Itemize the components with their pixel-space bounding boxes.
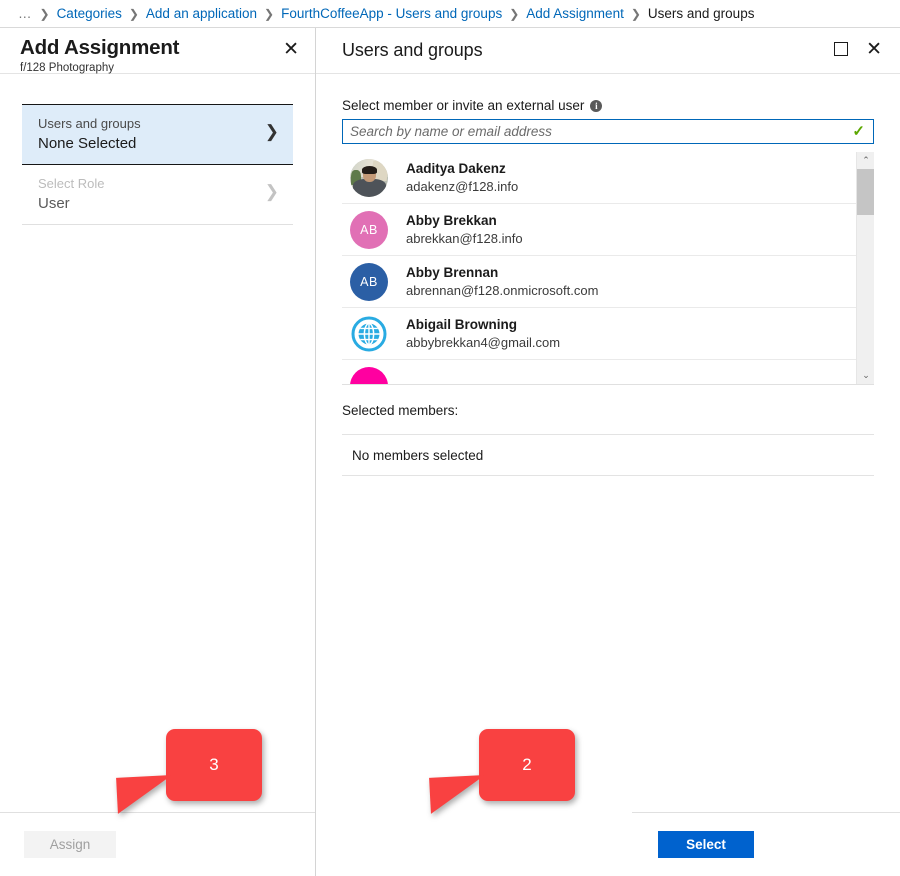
breadcrumb-item-users-and-groups: Users and groups (648, 6, 755, 21)
chevron-right-icon: ❯ (265, 182, 279, 202)
chevron-right-icon: ❯ (265, 122, 279, 142)
close-icon[interactable]: ✕ (283, 40, 299, 59)
list-item[interactable]: AB Abby Brekkan abrekkan@f128.info (342, 204, 856, 256)
selected-members-label: Selected members: (342, 403, 874, 418)
callout-number: 2 (522, 755, 531, 775)
page-subtitle: f/128 Photography (20, 62, 299, 74)
assign-button[interactable]: Assign (24, 831, 116, 858)
blade-title: Users and groups (342, 40, 884, 61)
selected-members-empty-text: No members selected (352, 448, 483, 463)
avatar: AB (350, 263, 388, 301)
breadcrumb-item-categories[interactable]: Categories (57, 6, 122, 21)
list-item-email: abbybrekkan4@gmail.com (406, 334, 560, 352)
breadcrumb-overflow[interactable]: … (18, 6, 33, 21)
breadcrumb-separator-icon: ❯ (129, 7, 139, 21)
member-results-list: Aaditya Dakenz adakenz@f128.info AB Abby… (342, 152, 856, 384)
list-item[interactable] (342, 360, 856, 384)
callout-tail-icon (429, 775, 487, 814)
list-item-name: Aaditya Dakenz (406, 160, 518, 178)
list-item-name: Abby Brekkan (406, 212, 523, 230)
add-assignment-header: Add Assignment f/128 Photography ✕ (0, 28, 315, 74)
breadcrumb-item-add-an-application[interactable]: Add an application (146, 6, 257, 21)
search-label-row: Select member or invite an external user… (342, 98, 874, 113)
breadcrumb-item-add-assignment[interactable]: Add Assignment (526, 6, 624, 21)
close-icon[interactable]: ✕ (866, 40, 882, 59)
member-results: Aaditya Dakenz adakenz@f128.info AB Abby… (342, 152, 874, 385)
search-box[interactable]: ✓ (342, 119, 874, 144)
info-icon[interactable]: i (590, 100, 602, 112)
valid-check-icon: ✓ (852, 124, 873, 139)
scrollbar[interactable]: ⌃ ⌄ (856, 152, 874, 384)
step-label: Select Role (38, 175, 257, 192)
globe-icon (350, 315, 388, 353)
search-input[interactable] (343, 120, 852, 143)
list-item[interactable]: AB Abby Brennan abrennan@f128.onmicrosof… (342, 256, 856, 308)
list-item-email: abrekkan@f128.info (406, 230, 523, 248)
list-item[interactable]: Aaditya Dakenz adakenz@f128.info (342, 152, 856, 204)
callout-tail-icon (116, 775, 174, 814)
page-title: Add Assignment (20, 36, 299, 60)
avatar (350, 367, 388, 385)
list-item-email: abrennan@f128.onmicrosoft.com (406, 282, 598, 300)
list-item-email: adakenz@f128.info (406, 178, 518, 196)
scroll-up-icon[interactable]: ⌃ (857, 152, 874, 169)
avatar: AB (350, 211, 388, 249)
member-search-area: Select member or invite an external user… (316, 74, 900, 144)
avatar (350, 159, 388, 197)
callout-marker-3: 3 (166, 729, 262, 801)
breadcrumb-separator-icon: ❯ (264, 7, 274, 21)
list-item[interactable]: Abigail Browning abbybrekkan4@gmail.com (342, 308, 856, 360)
list-item-name: Abby Brennan (406, 264, 598, 282)
callout-marker-2: 2 (479, 729, 575, 801)
step-label: Users and groups (38, 115, 257, 132)
selected-members-area: Selected members: No members selected (342, 403, 874, 476)
step-item-users-and-groups[interactable]: Users and groups None Selected ❯ (22, 105, 293, 165)
scrollbar-thumb[interactable] (857, 169, 874, 215)
users-and-groups-footer: Select (632, 812, 900, 876)
select-button[interactable]: Select (658, 831, 754, 858)
callout-number: 3 (209, 755, 218, 775)
breadcrumb-separator-icon: ❯ (509, 7, 519, 21)
selected-members-box: No members selected (342, 434, 874, 476)
maximize-icon[interactable] (834, 42, 848, 56)
users-and-groups-blade: Users and groups ✕ Select member or invi… (316, 28, 900, 876)
list-item-name: Abigail Browning (406, 316, 560, 334)
breadcrumb-item-fourthcoffeeapp[interactable]: FourthCoffeeApp - Users and groups (281, 6, 502, 21)
add-assignment-blade: Add Assignment f/128 Photography ✕ Users… (0, 28, 316, 876)
assignment-step-list: Users and groups None Selected ❯ Select … (22, 104, 293, 225)
add-assignment-footer: Assign (0, 812, 315, 876)
step-item-select-role[interactable]: Select Role User ❯ (22, 165, 293, 225)
scroll-down-icon[interactable]: ⌄ (857, 367, 874, 384)
search-label: Select member or invite an external user (342, 98, 584, 113)
breadcrumb-separator-icon: ❯ (631, 7, 641, 21)
breadcrumb: … ❯ Categories ❯ Add an application ❯ Fo… (0, 0, 900, 28)
breadcrumb-separator-icon: ❯ (40, 7, 50, 21)
step-value: None Selected (38, 133, 257, 155)
users-and-groups-header: Users and groups ✕ (316, 28, 900, 74)
step-value: User (38, 193, 257, 215)
